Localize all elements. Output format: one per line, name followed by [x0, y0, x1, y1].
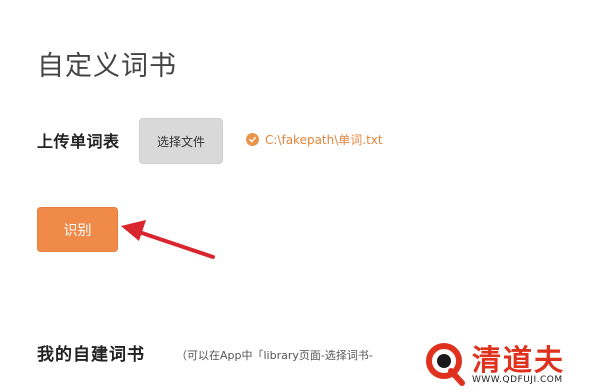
arrow-head — [121, 220, 146, 241]
my-books-hint: （可以在App中「library页面-选择词书- — [176, 349, 373, 362]
watermark-logo-icon — [426, 343, 465, 386]
annotation-arrow — [121, 220, 215, 259]
arrow-shaft — [134, 229, 215, 259]
watermark-brand: 清道夫 — [472, 343, 566, 377]
my-books-title: 我的自建词书 — [37, 345, 145, 365]
watermark-url: WWW.QDFUJI.COM — [472, 375, 563, 385]
watermark: 清道夫 WWW.QDFUJI.COM — [414, 335, 600, 392]
